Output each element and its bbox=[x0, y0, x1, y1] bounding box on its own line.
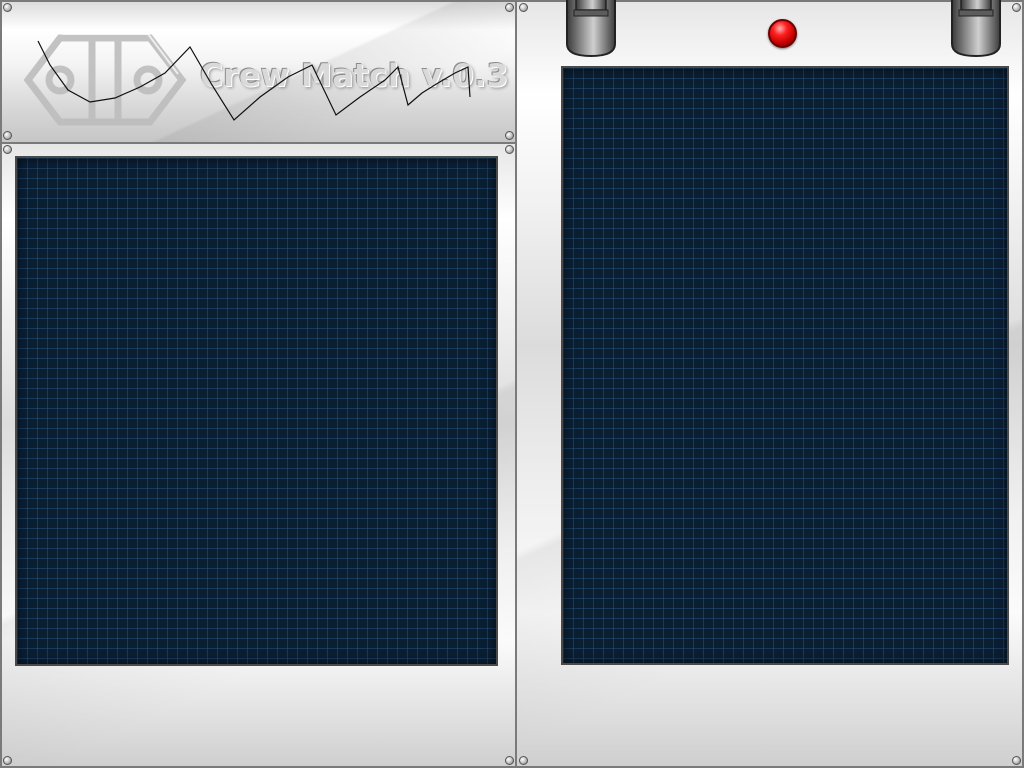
game-title: Crew Match v.0.3 bbox=[200, 58, 509, 94]
screw-icon bbox=[519, 3, 528, 12]
crew-logo-icon bbox=[23, 33, 187, 126]
game-window: Crew Match v.0.3 bbox=[0, 0, 1024, 768]
screw-icon bbox=[1012, 3, 1021, 12]
metal-pipe-icon bbox=[566, 0, 616, 58]
screw-icon bbox=[505, 145, 514, 154]
screw-icon bbox=[505, 131, 514, 140]
screw-icon bbox=[519, 756, 528, 765]
left-grid-screen[interactable] bbox=[15, 156, 498, 666]
screw-icon bbox=[3, 145, 12, 154]
screw-icon bbox=[3, 131, 12, 140]
right-grid-screen[interactable] bbox=[561, 66, 1009, 665]
screw-icon bbox=[3, 3, 12, 12]
screw-icon bbox=[505, 756, 514, 765]
screw-icon bbox=[505, 3, 514, 12]
screw-icon bbox=[1012, 756, 1021, 765]
screw-icon bbox=[3, 756, 12, 765]
red-indicator-light[interactable] bbox=[768, 19, 797, 48]
metal-pipe-icon bbox=[951, 0, 1001, 58]
